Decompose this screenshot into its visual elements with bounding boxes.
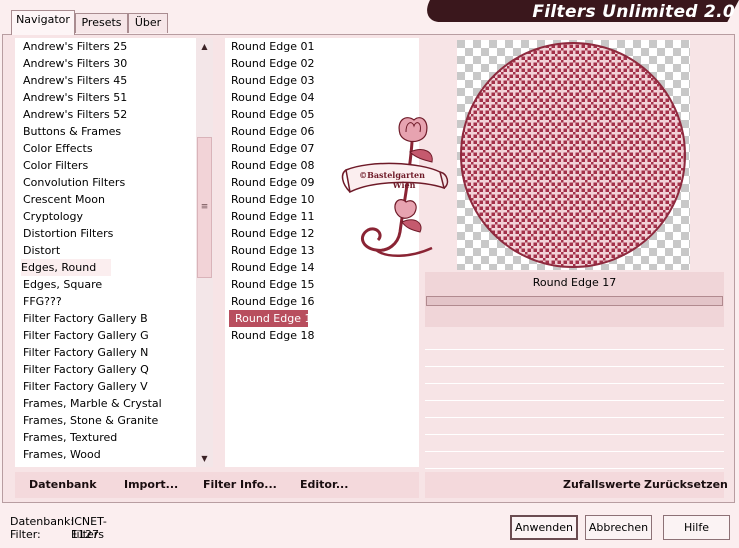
category-item[interactable]: Filter Factory Gallery V: [15, 378, 196, 395]
category-item[interactable]: Frames, Wood: [15, 446, 196, 463]
random-values-link[interactable]: Zufallswerte: [563, 478, 641, 492]
filter-count-info: Filter: 1127: [10, 528, 99, 541]
filter-count-value: 1127: [71, 528, 99, 541]
filter-item[interactable]: Round Edge 15: [225, 276, 419, 293]
editor-link[interactable]: Editor...: [300, 478, 348, 492]
category-item[interactable]: Frames, Stone & Granite: [15, 412, 196, 429]
tab-ueber[interactable]: Über: [128, 13, 168, 33]
category-item[interactable]: Andrew's Filters 25: [15, 38, 196, 55]
parameter-row: [425, 452, 724, 469]
help-button[interactable]: Hilfe: [663, 515, 730, 540]
filter-item[interactable]: Round Edge 16: [225, 293, 419, 310]
app-title: Filters Unlimited 2.0: [532, 2, 735, 22]
parameter-row: [425, 401, 724, 418]
category-item[interactable]: Frames, Textured: [15, 429, 196, 446]
tab-navigator[interactable]: Navigator: [11, 10, 75, 35]
category-item[interactable]: Distort: [15, 242, 196, 259]
preview-label: Round Edge 17: [532, 276, 617, 289]
parameter-row: [425, 350, 724, 367]
category-item[interactable]: Color Filters: [15, 157, 196, 174]
parameter-row: [425, 384, 724, 401]
category-list[interactable]: Andrew's Filters 25 Andrew's Filters 30 An…: [15, 38, 196, 467]
parameter-row: [425, 435, 724, 452]
category-item[interactable]: Buttons & Frames: [15, 123, 196, 140]
tab-presets[interactable]: Presets: [75, 13, 128, 33]
watermark-text: ©Bastelgarten: [359, 170, 425, 180]
filter-item[interactable]: Round Edge 02: [225, 55, 419, 72]
apply-button[interactable]: Anwenden: [510, 515, 578, 540]
category-item[interactable]: Filter Factory Gallery N: [15, 344, 196, 361]
category-item[interactable]: Andrew's Filters 52: [15, 106, 196, 123]
category-item[interactable]: FFG???: [15, 293, 196, 310]
database-label: Datenbank:: [10, 515, 75, 528]
category-item[interactable]: Filter Factory Gallery Q: [15, 361, 196, 378]
scroll-up-icon[interactable]: ▲: [196, 38, 213, 55]
parameter-row: [425, 333, 724, 350]
datenbank-link[interactable]: Datenbank: [29, 478, 97, 492]
filter-item[interactable]: Round Edge 03: [225, 72, 419, 89]
filter-item[interactable]: Round Edge 04: [225, 89, 419, 106]
parameter-row: [425, 367, 724, 384]
filter-item[interactable]: Round Edge 01: [225, 38, 419, 55]
category-item[interactable]: Cryptology: [15, 208, 196, 225]
filter-count-label: Filter:: [10, 528, 41, 541]
scroll-thumb[interactable]: ≡: [197, 137, 212, 278]
filter-item[interactable]: Round Edge 18: [225, 327, 419, 344]
parameter-row: [425, 418, 724, 435]
parameter-slider[interactable]: [426, 296, 723, 306]
watermark-text-2: Wien: [392, 180, 416, 190]
filter-item[interactable]: Round Edge 17: [229, 310, 318, 327]
cancel-button[interactable]: Abbrechen: [585, 515, 652, 540]
category-item[interactable]: Edges, Square: [15, 276, 196, 293]
category-item[interactable]: Color Effects: [15, 140, 196, 157]
category-item[interactable]: Andrew's Filters 51: [15, 89, 196, 106]
category-item[interactable]: Filter Factory Gallery B: [15, 310, 196, 327]
watermark-logo: ©Bastelgarten Wien: [341, 117, 449, 257]
category-item[interactable]: Andrew's Filters 30: [15, 55, 196, 72]
category-item[interactable]: Edges, Round: [21, 259, 111, 276]
category-scrollbar[interactable]: ▲ ≡ ▼: [196, 38, 213, 467]
database-info: Datenbank: ICNET-Filters: [10, 515, 107, 541]
scroll-down-icon[interactable]: ▼: [196, 450, 213, 467]
parameter-rows: [425, 333, 724, 469]
category-item[interactable]: Frames, Marble & Crystal: [15, 395, 196, 412]
category-item[interactable]: Convolution Filters: [15, 174, 196, 191]
category-item[interactable]: Distortion Filters: [15, 225, 196, 242]
category-item[interactable]: Crescent Moon: [15, 191, 196, 208]
category-item[interactable]: Filter Factory Gallery G: [15, 327, 196, 344]
filter-info-link[interactable]: Filter Info...: [203, 478, 277, 492]
filter-preview: [457, 40, 690, 270]
reset-link[interactable]: Zurücksetzen: [644, 478, 728, 492]
category-item[interactable]: Andrew's Filters 45: [15, 72, 196, 89]
import-link[interactable]: Import...: [124, 478, 178, 492]
